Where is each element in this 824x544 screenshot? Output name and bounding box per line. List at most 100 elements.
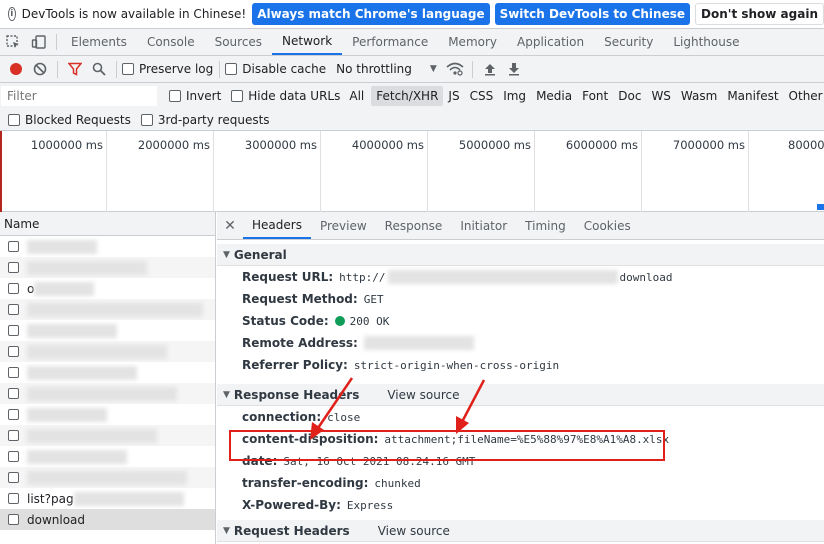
tab-response[interactable]: Response (376, 212, 452, 239)
checkbox-box[interactable] (122, 63, 134, 75)
header-row: Request URL: http:// download (217, 266, 824, 288)
request-headers-section-header[interactable]: ▼ Request Headers View source (217, 520, 824, 542)
tab-timing[interactable]: Timing (516, 212, 575, 239)
device-toolbar-icon[interactable] (26, 29, 52, 55)
type-filter-media[interactable]: Media (531, 86, 577, 106)
type-filter-img[interactable]: Img (498, 86, 531, 106)
type-filter-js[interactable]: JS (443, 86, 464, 106)
request-type-icon (8, 514, 19, 525)
table-row[interactable] (0, 236, 215, 257)
view-source-link[interactable]: View source (387, 388, 459, 402)
response-headers-section-header[interactable]: ▼ Response Headers View source (217, 384, 824, 406)
blocked-requests-checkbox[interactable]: Blocked Requests (8, 113, 131, 127)
network-overview[interactable]: 1000000 ms 2000000 ms 3000000 ms 4000000… (0, 131, 824, 212)
table-row[interactable] (0, 341, 215, 362)
general-section-header[interactable]: ▼ General (217, 244, 824, 266)
checkbox-box[interactable] (231, 90, 244, 102)
network-conditions-icon[interactable] (443, 57, 467, 81)
tab-application[interactable]: Application (507, 29, 594, 55)
table-row[interactable] (0, 299, 215, 320)
redacted-text (27, 365, 137, 380)
table-row[interactable] (0, 467, 215, 488)
table-row[interactable] (0, 383, 215, 404)
request-name: download (27, 512, 86, 527)
type-filter-wasm[interactable]: Wasm (676, 86, 722, 106)
type-filter-manifest[interactable]: Manifest (722, 86, 783, 106)
type-filter-css[interactable]: CSS (465, 86, 499, 106)
type-filter-fetch-xhr[interactable]: Fetch/XHR (371, 86, 444, 106)
table-row[interactable] (0, 257, 215, 278)
type-filter-font[interactable]: Font (577, 86, 613, 106)
tab-console[interactable]: Console (137, 29, 205, 55)
inspect-element-icon[interactable] (0, 29, 26, 55)
type-filter-ws[interactable]: WS (646, 86, 675, 106)
always-match-language-button[interactable]: Always match Chrome's language (252, 3, 490, 25)
disable-cache-checkbox[interactable]: Disable cache (225, 62, 326, 76)
toolbar-divider (56, 34, 57, 50)
throttling-select[interactable]: No throttling (336, 62, 412, 76)
header-name: Request Method: (242, 292, 358, 306)
tab-memory[interactable]: Memory (438, 29, 507, 55)
tab-sources[interactable]: Sources (205, 29, 272, 55)
tab-security[interactable]: Security (594, 29, 663, 55)
third-party-requests-checkbox[interactable]: 3rd-party requests (140, 113, 270, 127)
overview-marker (0, 131, 2, 212)
type-filter-doc[interactable]: Doc (613, 86, 646, 106)
preserve-log-label: Preserve log (139, 62, 214, 76)
import-har-icon[interactable] (478, 57, 502, 81)
filter-input[interactable] (1, 86, 157, 106)
hide-data-urls-checkbox[interactable]: Hide data URLs (231, 89, 340, 103)
table-row[interactable] (0, 404, 215, 425)
type-filter-all[interactable]: All (344, 86, 369, 106)
redacted-text (27, 344, 167, 359)
search-icon[interactable] (87, 57, 111, 81)
network-toolbar: Preserve log Disable cache No throttling… (0, 56, 824, 83)
tab-cookies[interactable]: Cookies (575, 212, 640, 239)
table-row[interactable]: o (0, 278, 215, 299)
collapse-triangle-icon: ▼ (223, 249, 230, 260)
name-column-header[interactable]: Name (0, 212, 215, 236)
overview-tick-label: 3000000 ms (244, 138, 317, 152)
header-row: Request Method: GET (217, 288, 824, 310)
tab-headers[interactable]: Headers (243, 212, 311, 239)
table-row[interactable] (0, 446, 215, 467)
header-name: Remote Address: (242, 336, 358, 350)
invert-checkbox[interactable]: Invert (169, 89, 221, 103)
tab-preview[interactable]: Preview (311, 212, 376, 239)
table-row[interactable] (0, 425, 215, 446)
redacted-text (27, 386, 177, 401)
tab-network[interactable]: Network (272, 29, 343, 55)
type-filter-other[interactable]: Other (784, 86, 824, 106)
tab-initiator[interactable]: Initiator (451, 212, 516, 239)
checkbox-box[interactable] (140, 113, 153, 126)
table-row[interactable] (0, 362, 215, 383)
table-row[interactable] (0, 320, 215, 341)
tab-performance[interactable]: Performance (342, 29, 438, 55)
overview-tick-label: 7000000 ms (672, 138, 745, 152)
switch-to-chinese-button[interactable]: Switch DevTools to Chinese (494, 3, 691, 25)
clear-icon[interactable] (28, 57, 52, 81)
checkbox-box[interactable] (169, 90, 181, 102)
filter-icon[interactable] (63, 57, 87, 81)
header-row: transfer-encoding: chunked (217, 472, 824, 494)
header-name: transfer-encoding: (242, 476, 369, 490)
preserve-log-checkbox[interactable]: Preserve log (122, 62, 213, 76)
section-title: General (233, 247, 287, 262)
dont-show-again-button[interactable]: Don't show again (695, 3, 824, 25)
checkbox-box[interactable] (225, 63, 238, 75)
chevron-down-icon[interactable]: ▼ (430, 64, 437, 74)
toolbar-divider (116, 60, 117, 78)
invert-label: Invert (186, 89, 222, 103)
tab-elements[interactable]: Elements (61, 29, 137, 55)
view-source-link[interactable]: View source (378, 524, 450, 538)
table-row[interactable]: download (0, 509, 215, 530)
header-value: strict-origin-when-cross-origin (353, 358, 560, 372)
close-icon[interactable]: ✕ (217, 212, 243, 239)
record-icon[interactable] (4, 57, 28, 81)
export-har-icon[interactable] (502, 57, 526, 81)
tab-lighthouse[interactable]: Lighthouse (663, 29, 749, 55)
request-name: list?pag (27, 491, 74, 506)
request-type-icon (8, 430, 19, 441)
checkbox-box[interactable] (8, 113, 20, 126)
table-row[interactable]: list?pag (0, 488, 215, 509)
